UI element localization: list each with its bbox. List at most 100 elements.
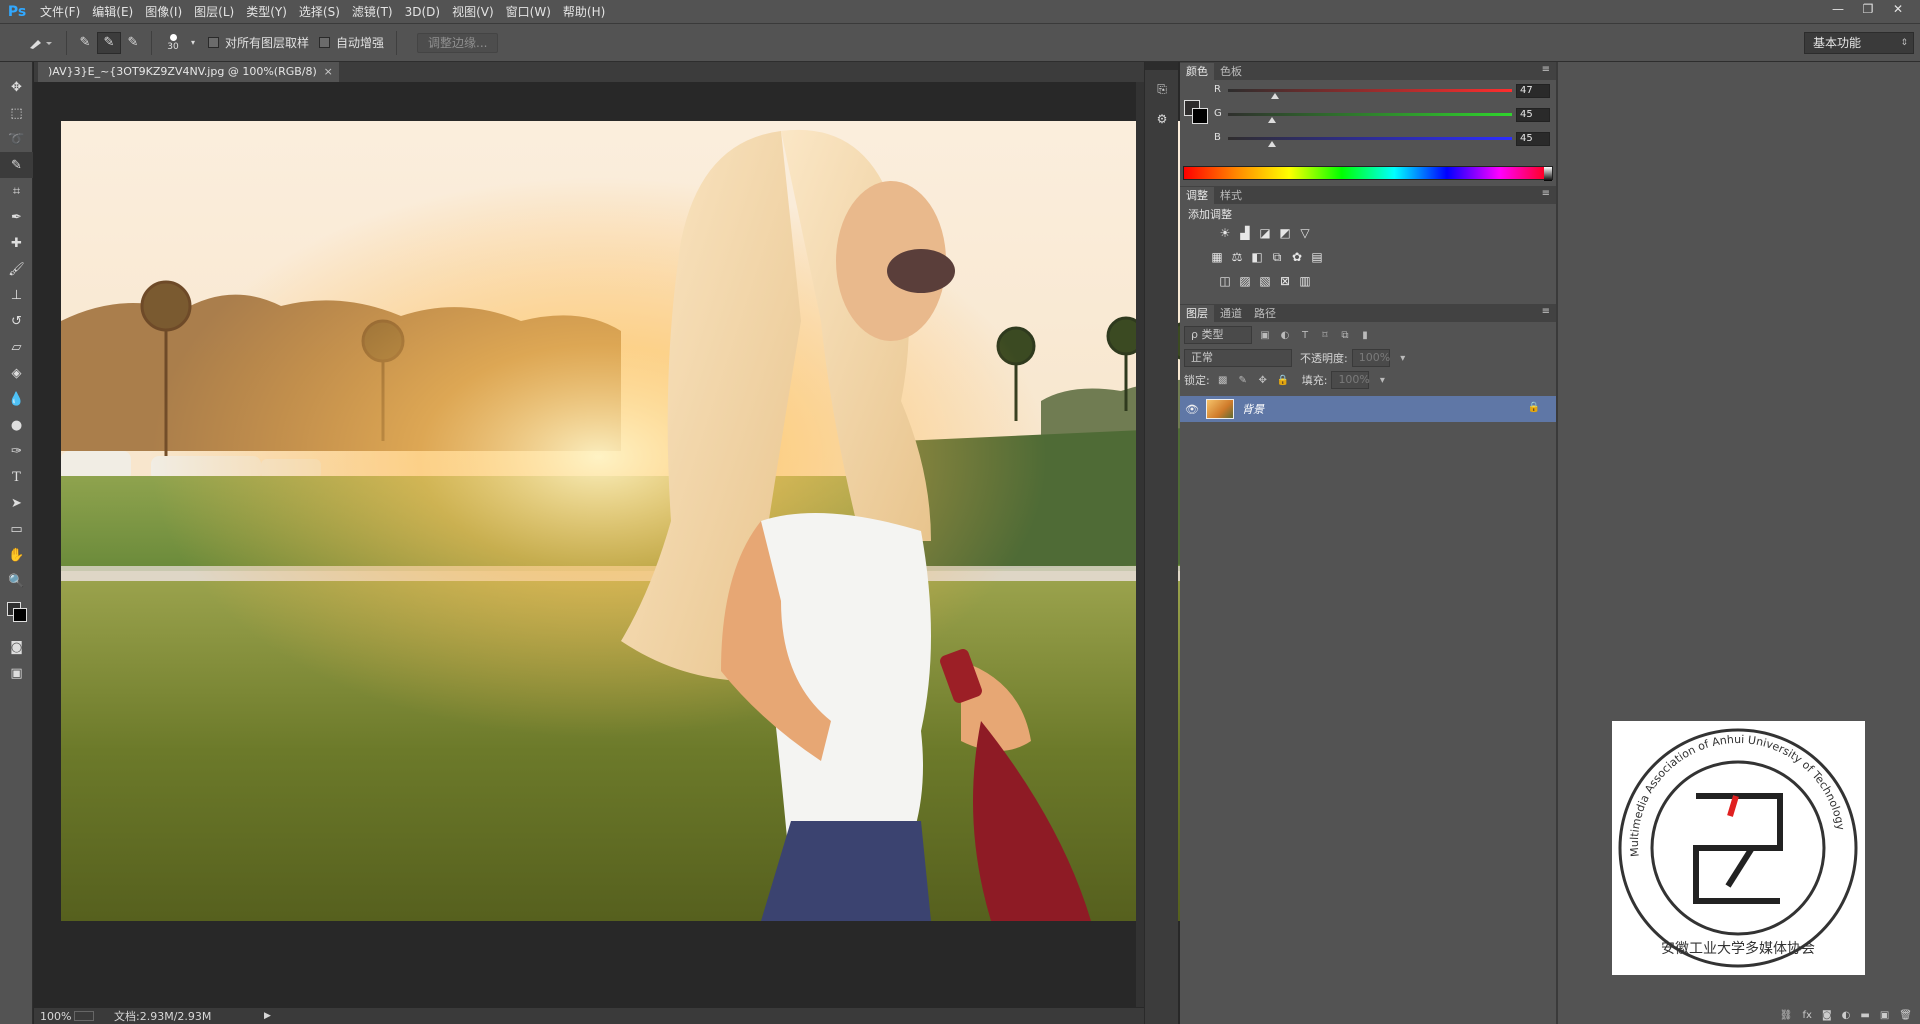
- path-selection-tool-icon[interactable]: ➤: [0, 490, 33, 516]
- minimize-button[interactable]: —: [1824, 0, 1852, 18]
- color-swatches[interactable]: [0, 594, 33, 634]
- color-lookup-icon[interactable]: ▤: [1310, 250, 1324, 264]
- red-track[interactable]: [1228, 89, 1512, 92]
- subtract-from-selection-icon[interactable]: ✎: [121, 32, 145, 54]
- crop-tool-icon[interactable]: ⌗: [0, 178, 33, 204]
- fill-dropdown-icon[interactable]: ▾: [1375, 373, 1389, 387]
- opacity-dropdown-icon[interactable]: ▾: [1396, 351, 1410, 365]
- layer-style-icon[interactable]: fx: [1803, 1010, 1812, 1021]
- hand-tool-icon[interactable]: ✋: [0, 542, 33, 568]
- tab-swatches[interactable]: 色板: [1214, 63, 1248, 80]
- refine-edge-button[interactable]: 调整边缘...: [417, 32, 499, 53]
- sample-all-layers-checkbox[interactable]: 对所有图层取样: [208, 34, 309, 51]
- tab-styles[interactable]: 样式: [1214, 187, 1248, 204]
- red-value[interactable]: 47: [1516, 84, 1550, 98]
- layer-row[interactable]: 👁 背景 🔒: [1180, 396, 1556, 422]
- visibility-eye-icon[interactable]: 👁: [1180, 403, 1204, 416]
- screen-mode-icon[interactable]: ▣: [0, 660, 33, 686]
- blue-value[interactable]: 45: [1516, 132, 1550, 146]
- canvas-area[interactable]: [34, 82, 1341, 1007]
- workspace-select[interactable]: 基本功能 ⇕: [1804, 32, 1914, 54]
- tab-channels[interactable]: 通道: [1214, 305, 1248, 322]
- filter-shape-icon[interactable]: ⌑: [1318, 328, 1332, 342]
- checkbox-box[interactable]: [208, 37, 219, 48]
- menu-window[interactable]: 窗口(W): [500, 0, 557, 24]
- gradient-map-icon[interactable]: ▥: [1298, 274, 1312, 288]
- marquee-tool-icon[interactable]: ⬚: [0, 100, 33, 126]
- restore-button[interactable]: ❐: [1854, 0, 1882, 18]
- menu-3d[interactable]: 3D(D): [399, 0, 446, 24]
- blend-mode-select[interactable]: 正常: [1184, 349, 1292, 367]
- vibrance-icon[interactable]: ▽: [1298, 226, 1312, 240]
- background-color-swatch[interactable]: [13, 608, 27, 622]
- curves-icon[interactable]: ◪: [1258, 226, 1272, 240]
- color-balance-icon[interactable]: ⚖: [1230, 250, 1244, 264]
- tab-layers[interactable]: 图层: [1180, 305, 1214, 322]
- layer-name[interactable]: 背景: [1242, 401, 1264, 417]
- document-tab[interactable]: )AV}3}E_~{3OT9KZ9ZV4NV.jpg @ 100%(RGB/8)…: [38, 62, 339, 82]
- status-preview-icon[interactable]: [74, 1011, 94, 1021]
- zoom-tool-icon[interactable]: 🔍: [0, 568, 33, 594]
- opacity-input[interactable]: 100%: [1351, 349, 1390, 367]
- tab-paths[interactable]: 路径: [1248, 305, 1282, 322]
- filter-smart-object-icon[interactable]: ⧉: [1338, 328, 1352, 342]
- brush-picker[interactable]: 30: [158, 30, 188, 56]
- close-tab-icon[interactable]: ×: [324, 62, 333, 82]
- filter-pixel-icon[interactable]: ▣: [1258, 328, 1272, 342]
- eyedropper-tool-icon[interactable]: ✒: [0, 204, 33, 230]
- panel-menu-icon[interactable]: ≡: [1542, 188, 1550, 199]
- lock-all-icon[interactable]: 🔒: [1276, 373, 1290, 387]
- brush-tool-icon[interactable]: 🖌: [0, 256, 33, 282]
- paint-bucket-tool-icon[interactable]: ◈: [0, 360, 33, 386]
- new-layer-icon[interactable]: ▣: [1880, 1010, 1889, 1021]
- quick-mask-icon[interactable]: ◙: [0, 634, 33, 660]
- eraser-tool-icon[interactable]: ▱: [0, 334, 33, 360]
- add-to-selection-icon[interactable]: ✎: [97, 31, 121, 54]
- selective-color-icon[interactable]: ⊠: [1278, 274, 1292, 288]
- filter-type-icon[interactable]: T: [1298, 328, 1312, 342]
- fill-input[interactable]: 100%: [1331, 371, 1370, 389]
- tab-adjustments[interactable]: 调整: [1180, 187, 1214, 204]
- red-thumb[interactable]: [1271, 93, 1279, 99]
- brightness-icon[interactable]: ☀: [1218, 226, 1232, 240]
- menu-view[interactable]: 视图(V): [446, 0, 500, 24]
- menu-edit[interactable]: 编辑(E): [86, 0, 139, 24]
- menu-layer[interactable]: 图层(L): [188, 0, 240, 24]
- channel-mixer-icon[interactable]: ✿: [1290, 250, 1304, 264]
- panel-menu-icon[interactable]: ≡: [1542, 64, 1550, 75]
- red-slider[interactable]: R 47: [1210, 84, 1550, 104]
- menu-help[interactable]: 帮助(H): [557, 0, 611, 24]
- menu-image[interactable]: 图像(I): [139, 0, 188, 24]
- black-white-icon[interactable]: ◧: [1250, 250, 1264, 264]
- color-spectrum[interactable]: [1183, 166, 1553, 181]
- menu-file[interactable]: 文件(F): [34, 0, 86, 24]
- panel-menu-icon[interactable]: ≡: [1542, 306, 1550, 317]
- photo-filter-icon[interactable]: ⧉: [1270, 250, 1284, 264]
- add-mask-icon[interactable]: ◙: [1822, 1010, 1832, 1021]
- filter-toggle-icon[interactable]: ▮: [1358, 328, 1372, 342]
- green-value[interactable]: 45: [1516, 108, 1550, 122]
- clone-stamp-tool-icon[interactable]: ⊥: [0, 282, 33, 308]
- type-tool-icon[interactable]: T: [0, 464, 33, 490]
- tool-preset-picker[interactable]: [20, 30, 60, 56]
- brush-picker-dropdown-icon[interactable]: ▾: [188, 32, 198, 54]
- delete-layer-icon[interactable]: 🗑: [1899, 1010, 1912, 1021]
- link-layers-icon[interactable]: ⛓: [1780, 1010, 1793, 1021]
- close-button[interactable]: ✕: [1884, 0, 1912, 18]
- history-brush-tool-icon[interactable]: ↺: [0, 308, 33, 334]
- hue-saturation-icon[interactable]: ▦: [1210, 250, 1224, 264]
- filter-adjustment-icon[interactable]: ◐: [1278, 328, 1292, 342]
- history-panel-icon[interactable]: ⎘: [1151, 78, 1173, 100]
- pen-tool-icon[interactable]: ✑: [0, 438, 33, 464]
- blue-thumb[interactable]: [1268, 141, 1276, 147]
- invert-icon[interactable]: ◫: [1218, 274, 1232, 288]
- auto-enhance-checkbox[interactable]: 自动增强: [319, 34, 384, 51]
- rectangle-tool-icon[interactable]: ▭: [0, 516, 33, 542]
- lock-transparent-icon[interactable]: ▩: [1216, 373, 1230, 387]
- healing-brush-tool-icon[interactable]: ✚: [0, 230, 33, 256]
- new-adjustment-layer-icon[interactable]: ◐: [1842, 1010, 1851, 1021]
- dodge-tool-icon[interactable]: ●: [0, 412, 33, 438]
- posterize-icon[interactable]: ▨: [1238, 274, 1252, 288]
- background-color-swatch[interactable]: [1192, 108, 1208, 124]
- layer-filter-select[interactable]: ρ 类型: [1184, 326, 1252, 344]
